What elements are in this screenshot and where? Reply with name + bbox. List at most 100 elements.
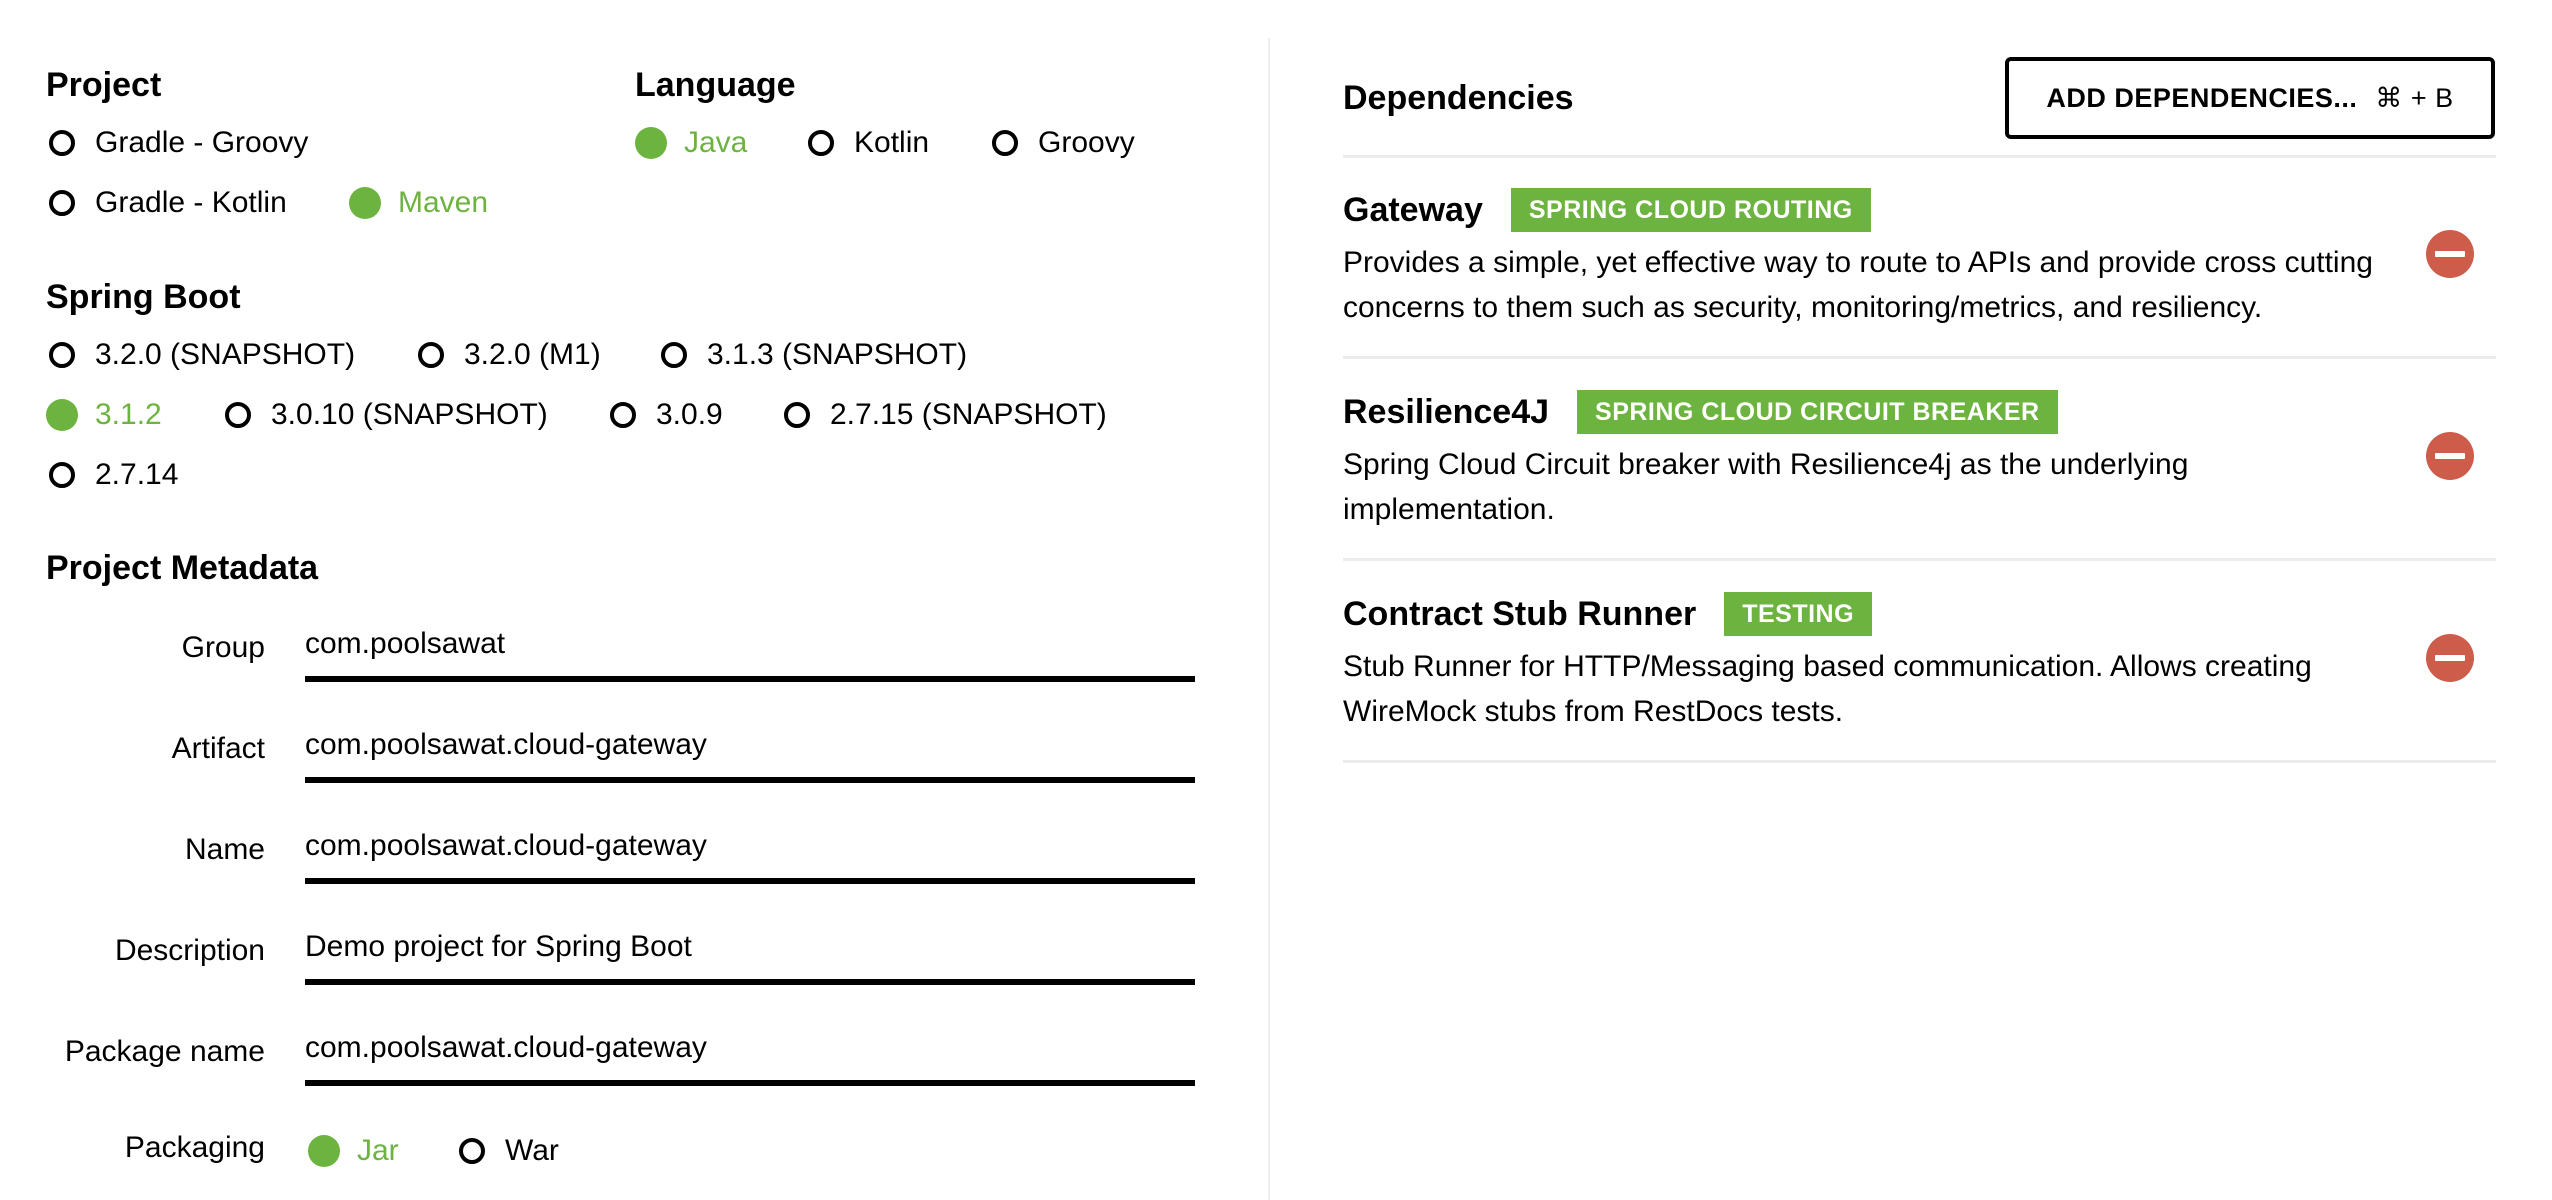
dependency-description: Stub Runner for HTTP/Messaging based com… — [1343, 650, 2312, 728]
radio-label: Gradle - Groovy — [95, 126, 309, 159]
radio-circle-icon — [610, 402, 636, 428]
divider-line — [1343, 558, 2496, 561]
radio-circle-icon — [418, 342, 444, 368]
package-name-label: Package name — [64, 1035, 265, 1068]
package-name-input[interactable] — [305, 1016, 1195, 1086]
radio-boot-3-2-0-snapshot[interactable]: 3.2.0 (SNAPSHOT) — [49, 337, 355, 373]
dependency-description: Provides a simple, yet effective way to … — [1343, 246, 2373, 324]
project-metadata-title: Project Metadata — [46, 549, 319, 587]
radio-boot-3-0-9[interactable]: 3.0.9 — [610, 397, 723, 433]
radio-circle-icon — [459, 1138, 485, 1164]
radio-label: Gradle - Kotlin — [95, 186, 287, 219]
dependencies-title: Dependencies — [1343, 79, 1574, 117]
radio-circle-icon — [349, 187, 381, 219]
radio-circle-icon — [49, 342, 75, 368]
radio-label: 2.7.15 (SNAPSHOT) — [830, 398, 1107, 431]
radio-circle-icon — [808, 130, 834, 156]
metadata-artifact-row: Artifact — [0, 713, 1200, 813]
dependency-item-gateway: Gateway SPRING CLOUD ROUTING Provides a … — [1343, 158, 2496, 358]
radio-boot-3-0-10-snapshot[interactable]: 3.0.10 (SNAPSHOT) — [225, 397, 548, 433]
description-input[interactable] — [305, 915, 1195, 985]
radio-project-gradle-kotlin[interactable]: Gradle - Kotlin — [49, 185, 287, 221]
radio-circle-icon — [308, 1135, 340, 1167]
dependency-item-resilience4j: Resilience4J SPRING CLOUD CIRCUIT BREAKE… — [1343, 360, 2496, 560]
dependency-badge: TESTING — [1724, 592, 1873, 636]
dependency-item-contract-stub-runner: Contract Stub Runner TESTING Stub Runner… — [1343, 562, 2496, 762]
add-dependencies-label: ADD DEPENDENCIES... — [2046, 82, 2358, 113]
artifact-input[interactable] — [305, 713, 1195, 783]
group-input[interactable] — [305, 612, 1195, 682]
radio-circle-icon — [49, 190, 75, 216]
radio-circle-icon — [635, 127, 667, 159]
dependency-header: Contract Stub Runner TESTING — [1343, 592, 1873, 636]
radio-label: Groovy — [1038, 126, 1135, 159]
dependency-badge: SPRING CLOUD ROUTING — [1510, 188, 1871, 232]
remove-resilience4j-button[interactable] — [2426, 432, 2474, 480]
metadata-package-name-row: Package name — [0, 1016, 1200, 1116]
radio-circle-icon — [49, 462, 75, 488]
radio-boot-3-2-0-m1[interactable]: 3.2.0 (M1) — [418, 337, 601, 373]
artifact-label: Artifact — [171, 732, 265, 765]
radio-language-java[interactable]: Java — [635, 125, 748, 161]
radio-boot-3-1-2[interactable]: 3.1.2 — [46, 397, 162, 433]
radio-circle-icon — [661, 342, 687, 368]
minus-icon — [2435, 251, 2465, 257]
project-title: Project — [46, 66, 162, 104]
divider-line — [1343, 760, 2496, 763]
dependency-badge: SPRING CLOUD CIRCUIT BREAKER — [1577, 390, 2058, 434]
add-dependencies-shortcut: ⌘ + B — [2375, 82, 2454, 113]
radio-project-maven[interactable]: Maven — [349, 185, 489, 221]
radio-label: Jar — [357, 1134, 399, 1167]
radio-circle-icon — [784, 402, 810, 428]
column-divider — [1268, 38, 1270, 1200]
radio-boot-3-1-3-snapshot[interactable]: 3.1.3 (SNAPSHOT) — [661, 337, 967, 373]
radio-label: War — [505, 1134, 559, 1167]
spring-boot-title: Spring Boot — [46, 278, 241, 316]
radio-packaging-war[interactable]: War — [459, 1133, 559, 1169]
minus-icon — [2435, 655, 2465, 661]
radio-label: 3.1.3 (SNAPSHOT) — [707, 338, 968, 371]
dependency-name: Resilience4J — [1343, 393, 1550, 431]
radio-label: 3.0.10 (SNAPSHOT) — [271, 398, 548, 431]
radio-label: Maven — [398, 186, 489, 219]
dependencies-panel: Dependencies ADD DEPENDENCIES... ⌘ + B G… — [1343, 0, 2496, 1200]
minus-icon — [2435, 453, 2465, 459]
radio-label: 3.2.0 (SNAPSHOT) — [95, 338, 356, 371]
language-title: Language — [635, 66, 796, 104]
radio-circle-icon — [49, 130, 75, 156]
radio-language-kotlin[interactable]: Kotlin — [808, 125, 929, 161]
packaging-label: Packaging — [124, 1131, 265, 1164]
radio-label: Kotlin — [854, 126, 930, 159]
radio-label: 3.0.9 — [656, 398, 723, 431]
radio-label: Java — [684, 126, 748, 159]
dependency-name: Contract Stub Runner — [1343, 595, 1697, 633]
radio-label: 2.7.14 — [95, 458, 179, 491]
left-panel: Project Gradle - Groovy Gradle - Kotlin … — [0, 0, 1270, 1200]
radio-packaging-jar[interactable]: Jar — [308, 1133, 399, 1169]
dependency-description: Spring Cloud Circuit breaker with Resili… — [1343, 448, 2189, 526]
remove-contract-stub-runner-button[interactable] — [2426, 634, 2474, 682]
spring-initializr-page: Project Gradle - Groovy Gradle - Kotlin … — [0, 0, 2552, 1200]
radio-language-groovy[interactable]: Groovy — [992, 125, 1135, 161]
name-input[interactable] — [305, 814, 1195, 884]
dependency-header: Resilience4J SPRING CLOUD CIRCUIT BREAKE… — [1343, 390, 2058, 434]
radio-circle-icon — [225, 402, 251, 428]
metadata-name-row: Name — [0, 814, 1200, 914]
dependency-header: Gateway SPRING CLOUD ROUTING — [1343, 188, 1871, 232]
radio-boot-2-7-15-snapshot[interactable]: 2.7.15 (SNAPSHOT) — [784, 397, 1107, 433]
radio-project-gradle-groovy[interactable]: Gradle - Groovy — [49, 125, 308, 161]
description-label: Description — [114, 934, 265, 967]
group-label: Group — [181, 631, 265, 664]
name-label: Name — [184, 833, 265, 866]
dependency-name: Gateway — [1343, 191, 1483, 229]
radio-boot-2-7-14[interactable]: 2.7.14 — [49, 457, 178, 493]
radio-label: 3.1.2 — [95, 398, 162, 431]
metadata-description-row: Description — [0, 915, 1200, 1015]
remove-gateway-button[interactable] — [2426, 230, 2474, 278]
add-dependencies-button[interactable]: ADD DEPENDENCIES... ⌘ + B — [2005, 57, 2495, 139]
radio-circle-icon — [46, 399, 78, 431]
radio-label: 3.2.0 (M1) — [464, 338, 601, 371]
metadata-group-row: Group — [0, 612, 1200, 712]
radio-circle-icon — [992, 130, 1018, 156]
divider-line — [1343, 356, 2496, 359]
